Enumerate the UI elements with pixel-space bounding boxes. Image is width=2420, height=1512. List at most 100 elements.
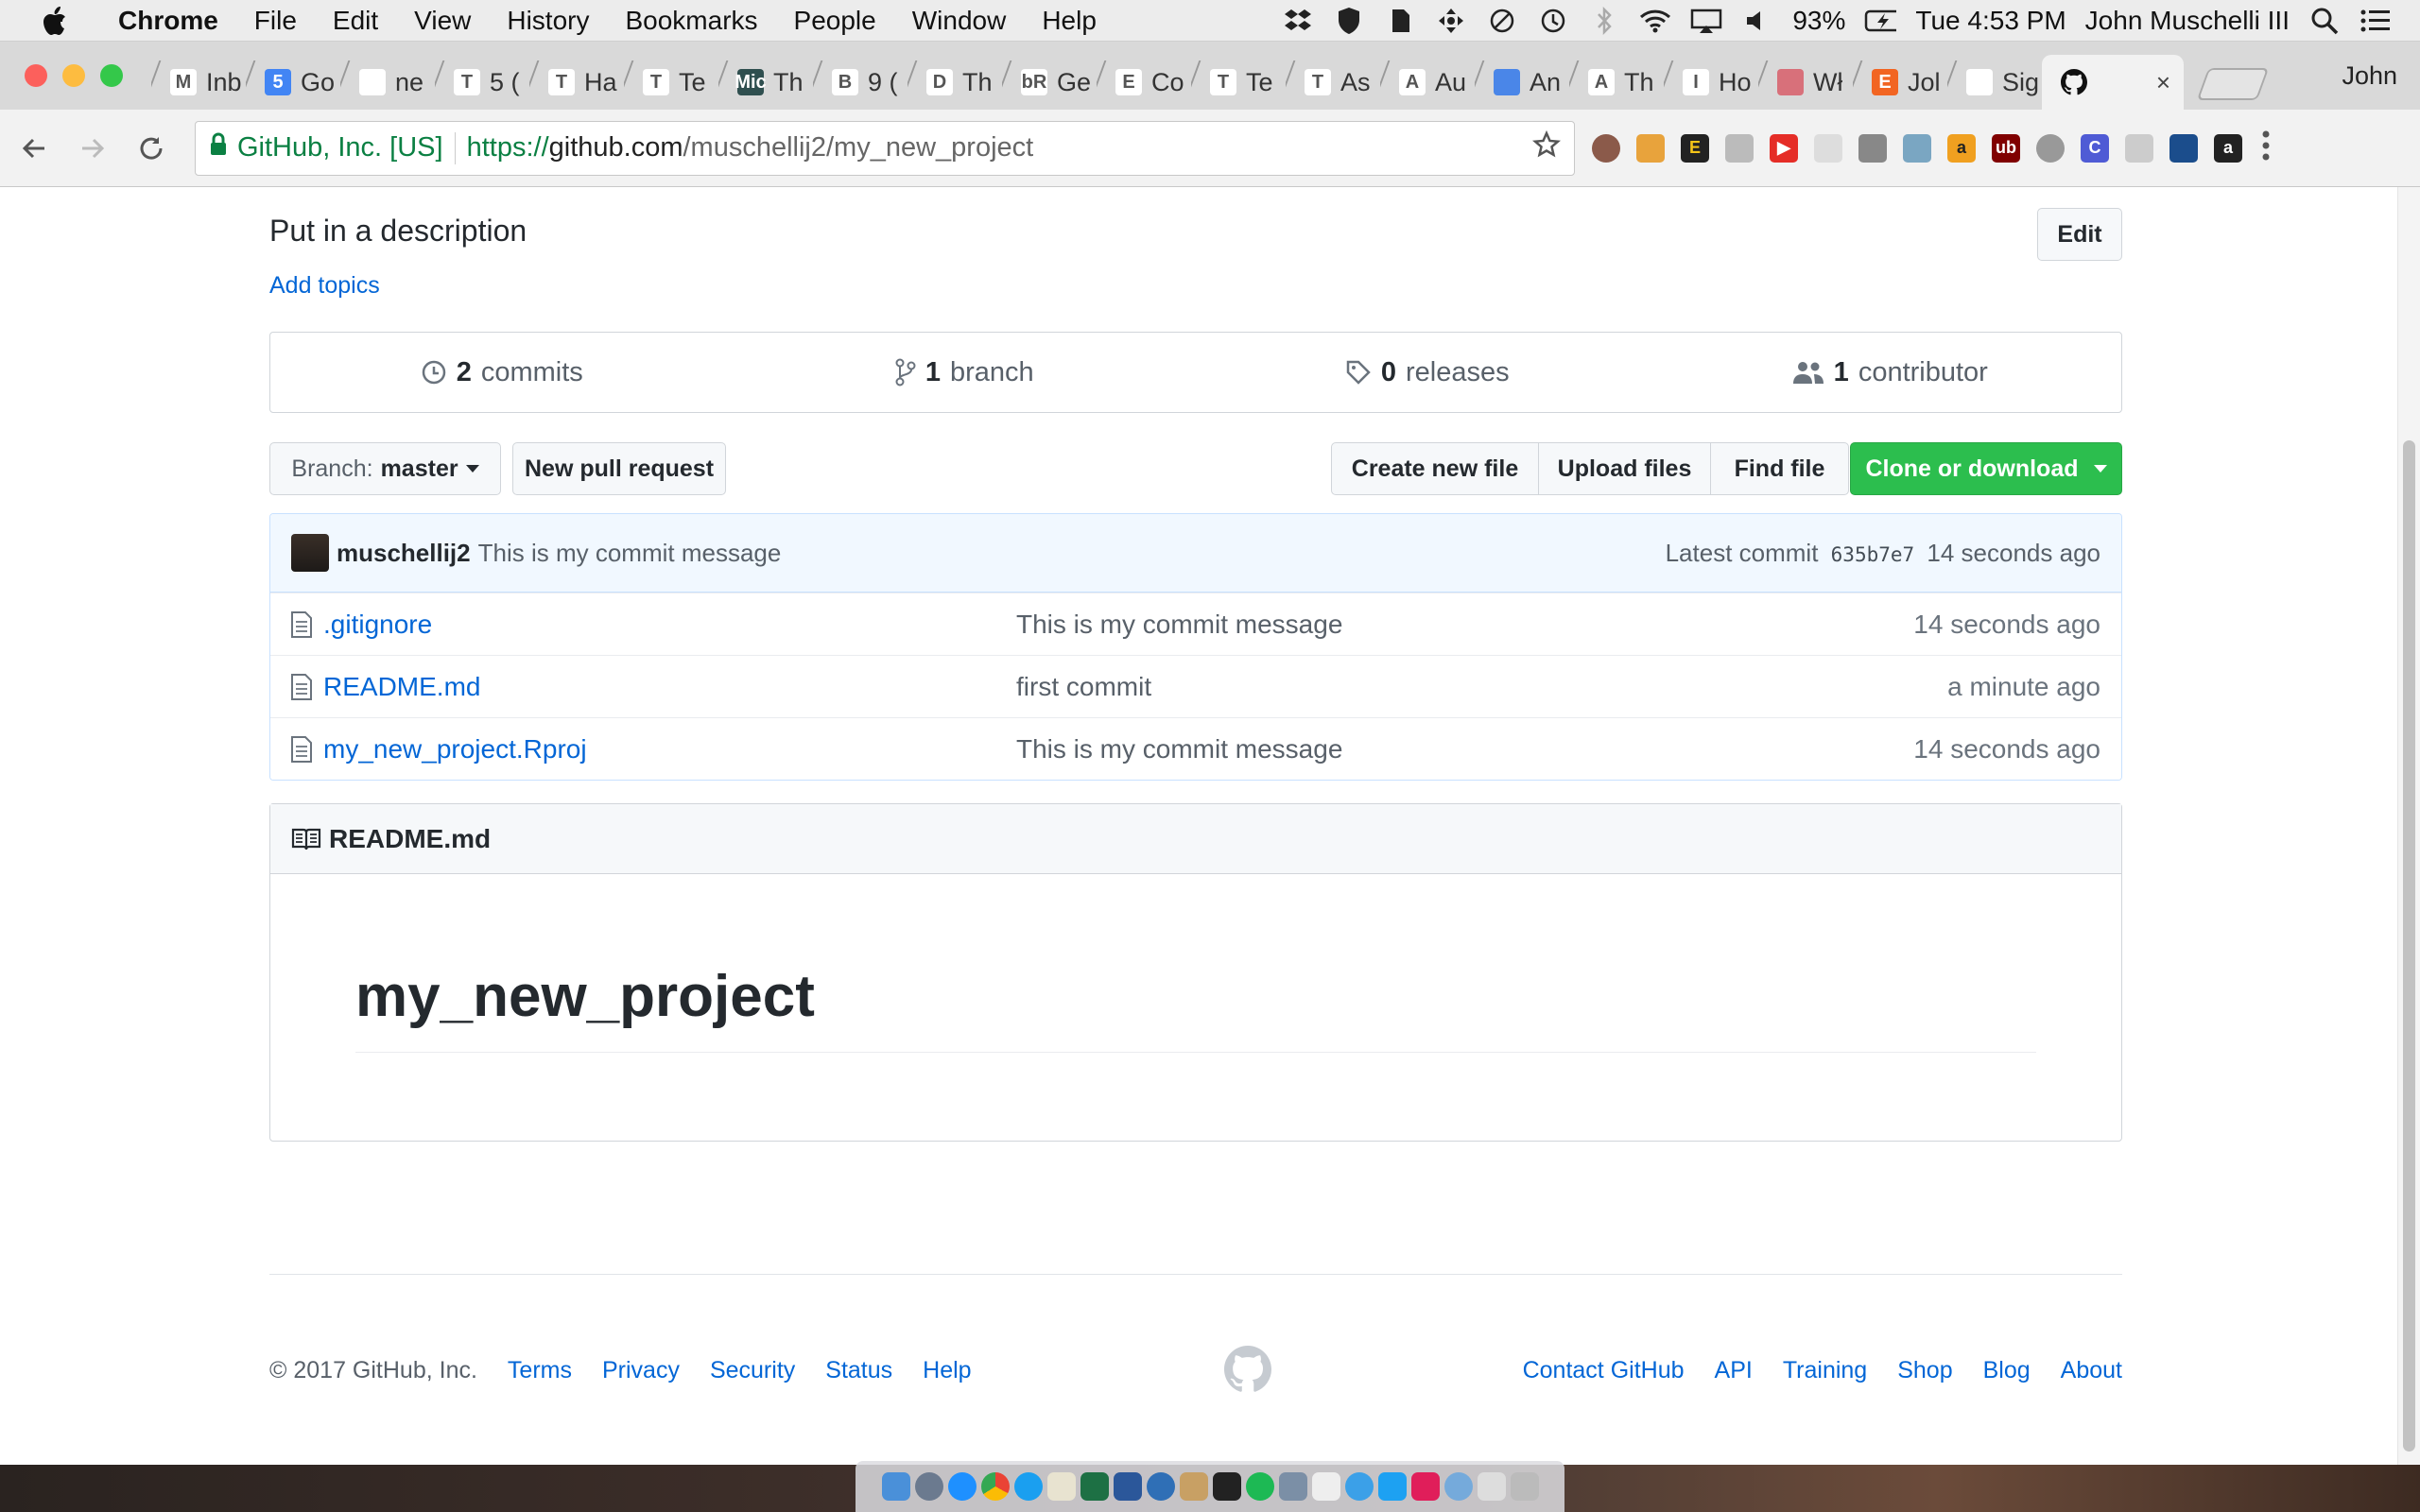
dock-appstore-icon[interactable] [947, 1472, 977, 1501]
dock-r-icon[interactable] [1146, 1472, 1175, 1501]
extension-youtube-icon[interactable]: ▶ [1770, 133, 1798, 163]
dock-launchpad-icon[interactable] [914, 1472, 943, 1501]
commit-sha-link[interactable]: 635b7e7 [1831, 543, 1915, 566]
tab-17[interactable]: Wł [1758, 55, 1858, 110]
wifi-icon[interactable] [1639, 5, 1671, 37]
footer-link-privacy[interactable]: Privacy [602, 1357, 680, 1384]
extension-amazon-dark-icon[interactable]: a [2214, 133, 2242, 163]
menu-help[interactable]: Help [1024, 6, 1115, 36]
file-commit-message-link[interactable]: first commit [1016, 672, 1151, 702]
dock-slack-icon[interactable] [1410, 1472, 1440, 1501]
scrollbar-thumb[interactable] [2403, 440, 2415, 1452]
chrome-menu-icon[interactable] [2261, 129, 2271, 166]
extension-amazon-icon[interactable]: a [1947, 133, 1976, 163]
extension-coconut-icon[interactable] [1592, 133, 1620, 163]
dock-sublime-icon[interactable] [1179, 1472, 1208, 1501]
move-status-icon[interactable] [1435, 5, 1467, 37]
footer-link-security[interactable]: Security [710, 1357, 795, 1384]
dock-documents-icon[interactable] [1477, 1472, 1506, 1501]
tab-15[interactable]: A Th [1569, 55, 1669, 110]
footer-link-shop[interactable]: Shop [1897, 1357, 1952, 1384]
tab-13[interactable]: A Au [1380, 55, 1480, 110]
airplay-icon[interactable] [1690, 5, 1722, 37]
new-pull-request-button[interactable]: New pull request [512, 442, 726, 495]
add-topics-link[interactable]: Add topics [269, 272, 380, 300]
dock-terminal-icon[interactable] [1212, 1472, 1241, 1501]
extension-search-icon[interactable] [1814, 133, 1842, 163]
tab-12[interactable]: T As [1286, 55, 1386, 110]
releases-link[interactable]: 0 releases [1196, 333, 1659, 412]
forward-button[interactable] [68, 124, 117, 173]
notification-center-icon[interactable] [2360, 5, 2392, 37]
dock-spotify-icon[interactable] [1245, 1472, 1274, 1501]
tab-14[interactable]: An [1475, 55, 1575, 110]
bluetooth-icon[interactable] [1588, 5, 1620, 37]
tab-18[interactable]: E Jol [1853, 55, 1953, 110]
dock-safari-icon[interactable] [1013, 1472, 1043, 1501]
branches-link[interactable]: 1 branch [734, 333, 1197, 412]
dock-tex-icon[interactable] [1311, 1472, 1340, 1501]
tab-9[interactable]: bR Ge [1002, 55, 1102, 110]
tab-0[interactable]: M Inb [151, 55, 251, 110]
commit-author-link[interactable]: muschellij2 [337, 539, 471, 568]
extension-chart-icon[interactable] [2169, 133, 2198, 163]
tab-19[interactable]: Sig [1947, 55, 2048, 110]
tab-11[interactable]: T Te [1191, 55, 1291, 110]
menu-window[interactable]: Window [894, 6, 1025, 36]
page-scrollbar[interactable] [2397, 187, 2420, 1465]
site-identity-label[interactable]: GitHub, Inc. [US] [237, 132, 443, 163]
tab-github-active[interactable]: × [2042, 55, 2184, 110]
tab-1[interactable]: 5 Go [246, 55, 346, 110]
menu-view[interactable]: View [396, 6, 489, 36]
extension-ublock-icon[interactable]: ub [1992, 133, 2020, 163]
file-commit-message-link[interactable]: This is my commit message [1016, 734, 1342, 765]
avatar[interactable] [291, 534, 329, 572]
branch-select-button[interactable]: Branch: master [269, 442, 501, 495]
dock-finder-icon[interactable] [881, 1472, 910, 1501]
extension-cast-icon[interactable] [1858, 133, 1887, 163]
create-new-file-button[interactable]: Create new file [1331, 442, 1539, 495]
footer-link-help[interactable]: Help [923, 1357, 971, 1384]
spotlight-search-icon[interactable] [2308, 5, 2341, 37]
close-window-button[interactable] [25, 64, 47, 87]
tab-4[interactable]: T Ha [529, 55, 630, 110]
commits-link[interactable]: 2 commits [270, 333, 734, 412]
tab-5[interactable]: T Te [624, 55, 724, 110]
dock-messages-icon[interactable] [1344, 1472, 1374, 1501]
menubar-user-name[interactable]: John Muschelli III [2085, 6, 2290, 36]
tab-6[interactable]: Mic Th [718, 55, 819, 110]
shield-status-icon[interactable] [1333, 5, 1365, 37]
footer-link-contact[interactable]: Contact GitHub [1523, 1357, 1685, 1384]
dock-screenshot-icon[interactable] [1278, 1472, 1307, 1501]
extension-face-icon[interactable] [1636, 133, 1665, 163]
footer-link-status[interactable]: Status [825, 1357, 892, 1384]
apple-menu-icon[interactable] [38, 4, 72, 38]
find-file-button[interactable]: Find file [1710, 442, 1849, 495]
tab-7[interactable]: B 9 ( [813, 55, 913, 110]
menu-file[interactable]: File [236, 6, 315, 36]
back-button[interactable] [9, 124, 59, 173]
dock-preview-icon[interactable] [1046, 1472, 1076, 1501]
extension-c-icon[interactable]: C [2081, 133, 2109, 163]
close-tab-icon[interactable]: × [2156, 68, 2170, 97]
minimize-window-button[interactable] [62, 64, 85, 87]
footer-link-terms[interactable]: Terms [508, 1357, 572, 1384]
commit-message-link[interactable]: This is my commit message [478, 539, 782, 568]
menu-bookmarks[interactable]: Bookmarks [607, 6, 775, 36]
menu-people[interactable]: People [776, 6, 894, 36]
dock-trash-icon[interactable] [1510, 1472, 1539, 1501]
dock-excel-icon[interactable] [1080, 1472, 1109, 1501]
tab-8[interactable]: D Th [908, 55, 1008, 110]
dock-rstudio-icon[interactable] [1443, 1472, 1473, 1501]
volume-icon[interactable] [1741, 5, 1773, 37]
extension-satellite-icon[interactable] [1903, 133, 1931, 163]
reload-button[interactable] [127, 124, 176, 173]
upload-files-button[interactable]: Upload files [1538, 442, 1711, 495]
bookmark-star-icon[interactable] [1531, 129, 1562, 166]
do-not-disturb-icon[interactable] [1486, 5, 1518, 37]
footer-link-blog[interactable]: Blog [1983, 1357, 2031, 1384]
footer-link-training[interactable]: Training [1783, 1357, 1867, 1384]
menu-history[interactable]: History [489, 6, 607, 36]
contributors-link[interactable]: 1 contributor [1659, 333, 2122, 412]
clone-or-download-button[interactable]: Clone or download [1850, 442, 2122, 495]
